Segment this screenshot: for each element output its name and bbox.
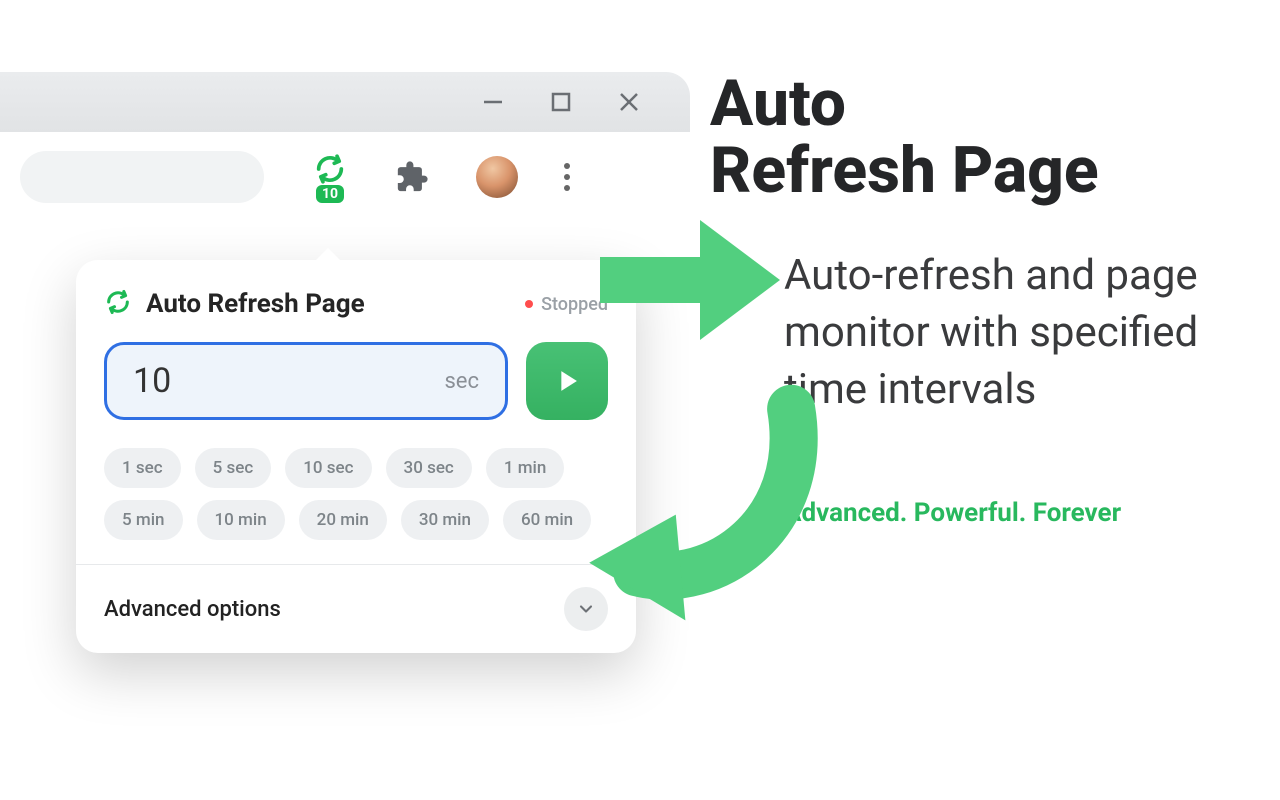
- profile-avatar[interactable]: [476, 156, 518, 198]
- interval-unit: sec: [444, 369, 479, 394]
- status-dot-icon: [525, 300, 533, 308]
- refresh-icon: [312, 151, 348, 187]
- preset-chip[interactable]: 30 min: [401, 500, 489, 540]
- refresh-icon: [104, 288, 132, 320]
- browser-window: 10: [0, 72, 690, 222]
- popup-title: Auto Refresh Page: [146, 289, 365, 319]
- preset-chip[interactable]: 5 min: [104, 500, 183, 540]
- preset-chip[interactable]: 20 min: [299, 500, 387, 540]
- interval-input[interactable]: 10 sec: [104, 342, 508, 420]
- browser-toolbar: 10: [0, 132, 690, 222]
- preset-chip[interactable]: 1 min: [486, 448, 565, 488]
- hero-tagline: Advanced. Powerful. Forever: [784, 498, 1230, 528]
- preset-list: 1 sec 5 sec 10 sec 30 sec 1 min 5 min 10…: [104, 448, 608, 540]
- interval-value: 10: [133, 361, 171, 401]
- advanced-options-toggle[interactable]: Advanced options: [76, 564, 636, 653]
- extensions-menu-icon[interactable]: [394, 159, 430, 195]
- browser-menu-icon[interactable]: [564, 163, 570, 191]
- extension-popup: Auto Refresh Page Stopped 10 sec 1 sec 5…: [76, 260, 636, 653]
- decorative-arrow-icon: [590, 200, 790, 360]
- window-titlebar: [0, 72, 690, 132]
- extension-icon[interactable]: 10: [312, 151, 348, 203]
- preset-chip[interactable]: 5 sec: [195, 448, 272, 488]
- extension-badge: 10: [316, 185, 344, 203]
- hero-title: Auto Refresh Page: [710, 70, 1230, 204]
- decorative-arrow-icon: [570, 380, 820, 630]
- preset-chip[interactable]: 10 sec: [285, 448, 371, 488]
- address-bar[interactable]: [20, 151, 264, 203]
- advanced-options-label: Advanced options: [104, 597, 281, 622]
- preset-chip[interactable]: 30 sec: [386, 448, 472, 488]
- close-button[interactable]: [618, 91, 640, 113]
- maximize-button[interactable]: [550, 91, 572, 113]
- hero-subtitle: Auto-refresh and page monitor with speci…: [784, 248, 1230, 418]
- minimize-button[interactable]: [482, 91, 504, 113]
- preset-chip[interactable]: 1 sec: [104, 448, 181, 488]
- preset-chip[interactable]: 10 min: [197, 500, 285, 540]
